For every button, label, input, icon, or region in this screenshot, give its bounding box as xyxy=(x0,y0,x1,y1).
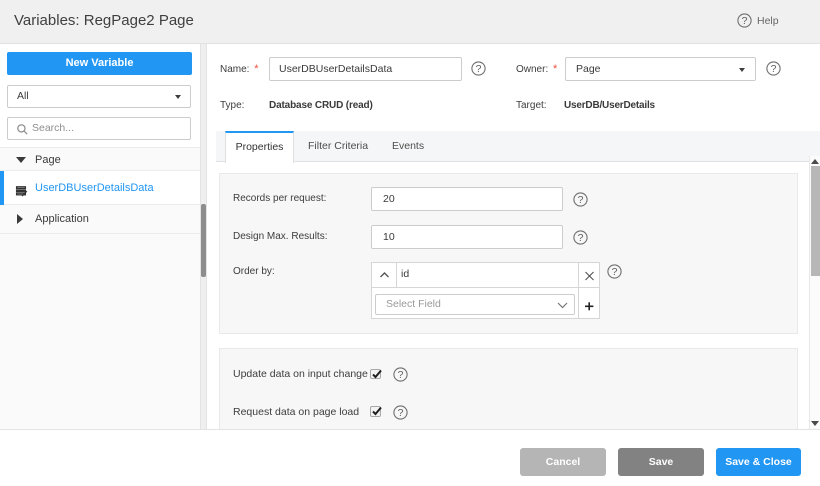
svg-text:?: ? xyxy=(397,369,403,381)
svg-text:?: ? xyxy=(612,266,618,278)
svg-text:?: ? xyxy=(742,15,748,27)
svg-text:?: ? xyxy=(397,407,403,419)
svg-text:?: ? xyxy=(476,63,482,75)
svg-text:?: ? xyxy=(770,63,776,75)
svg-text:?: ? xyxy=(578,232,584,244)
svg-text:?: ? xyxy=(578,194,584,206)
